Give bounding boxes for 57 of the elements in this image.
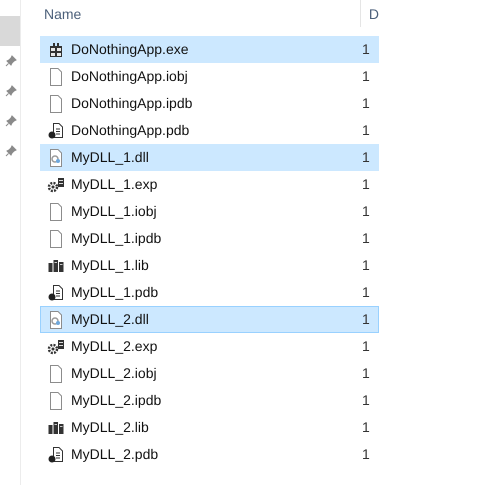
file-name: MyDLL_1.pdb (70, 283, 160, 302)
file-name: MyDLL_2.dll (70, 310, 150, 329)
file-name: MyDLL_2.pdb (70, 445, 160, 464)
document-dot-icon (48, 122, 64, 138)
table-cell-text: 1 (362, 445, 370, 464)
file-name: MyDLL_1.exp (70, 175, 158, 194)
column-header[interactable]: Name (40, 0, 361, 27)
table-cell-text: 1 (362, 283, 370, 302)
gift-box-icon (48, 42, 64, 58)
file-name: MyDLL_1.ipdb (70, 229, 162, 248)
table-cell-text: 1 (362, 202, 370, 221)
column-header[interactable]: D (360, 0, 379, 27)
blank-file-icon (48, 68, 64, 86)
table-cell-text: 1 (362, 391, 370, 410)
blank-file-icon (48, 94, 64, 112)
gear-file-icon (48, 148, 64, 166)
table-cell-text: 1 (362, 310, 370, 329)
books-icon (48, 258, 64, 272)
table-cell-text: 1 (362, 256, 370, 275)
table-cell-text: 1 (362, 364, 370, 383)
pin-icon (5, 85, 17, 97)
file-row[interactable]: MyDLL_2.dll 1 (40, 306, 379, 333)
table-cell-text: 1 (362, 229, 370, 248)
table-cell-text: 1 (362, 418, 370, 437)
gears-icon (46, 338, 64, 354)
table-cell-text: 1 (362, 40, 370, 59)
file-name: MyDLL_2.lib (70, 418, 150, 437)
table-cell-text: 1 (362, 337, 370, 356)
books-icon (48, 420, 64, 434)
table-cell-text: 1 (362, 175, 370, 194)
file-name: DoNothingApp.ipdb (70, 94, 194, 113)
document-dot-icon (48, 446, 64, 462)
pin-icon (5, 55, 17, 67)
document-dot-icon (48, 284, 64, 300)
file-name: DoNothingApp.pdb (70, 121, 190, 140)
table-cell-text: 1 (362, 148, 370, 167)
blank-file-icon (48, 392, 64, 410)
gears-icon (46, 176, 64, 192)
file-name: MyDLL_1.lib (70, 256, 150, 275)
blank-file-icon (48, 364, 64, 382)
file-name: MyDLL_2.ipdb (70, 391, 162, 410)
file-row[interactable]: MyDLL_1.dll 1 (40, 144, 379, 171)
table-cell-text: 1 (362, 94, 370, 113)
file-name: MyDLL_1.iobj (70, 202, 158, 221)
pin-icon (5, 145, 17, 157)
table-cell-text: 1 (362, 67, 370, 86)
file-row[interactable]: DoNothingApp.exe 1 (40, 36, 379, 63)
file-name: DoNothingApp.exe (70, 40, 190, 59)
file-name: MyDLL_2.iobj (70, 364, 158, 383)
blank-file-icon (48, 230, 64, 248)
pin-icon (5, 115, 17, 127)
file-name: DoNothingApp.iobj (70, 67, 189, 86)
blank-file-icon (48, 202, 64, 220)
file-name: MyDLL_1.dll (70, 148, 150, 167)
table-cell-text: 1 (362, 121, 370, 140)
file-name: MyDLL_2.exp (70, 337, 158, 356)
gear-file-icon (48, 310, 64, 328)
